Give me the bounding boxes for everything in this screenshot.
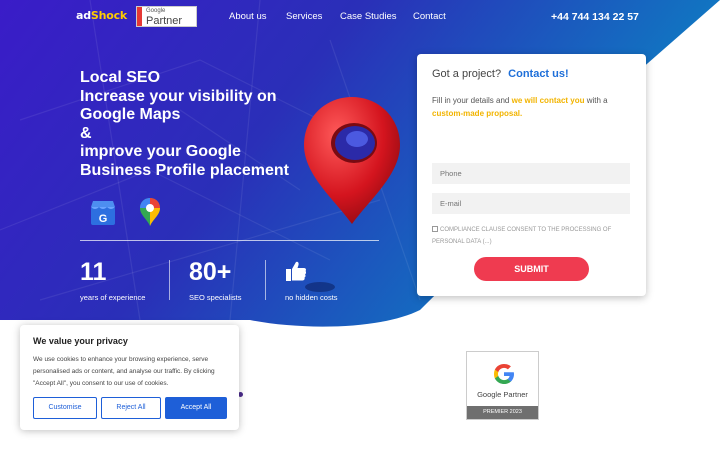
customise-button[interactable]: Customise — [33, 397, 97, 419]
hero-title-line: Google Maps — [80, 106, 181, 124]
form-subtitle-part: Fill in your details and — [432, 96, 512, 105]
consent-checkbox[interactable] — [432, 226, 438, 232]
stat-separator — [169, 260, 170, 300]
consent-clause: COMPLIANCE CLAUSE CONSENT TO THE PROCESS… — [432, 224, 637, 248]
contact-form-card: Got a project? Contact us! Fill in your … — [417, 54, 646, 296]
stat-specialists-value: 80+ — [189, 258, 232, 286]
hero-title: Local SEO Increase your visibility on Go… — [80, 69, 330, 181]
cookie-text: We use cookies to enhance your browsing … — [33, 356, 215, 387]
reject-all-button[interactable]: Reject All — [101, 397, 161, 419]
nav-case-studies[interactable]: Case Studies — [340, 11, 397, 22]
stat-years-value: 11 — [80, 258, 107, 286]
google-partner-header-badge: Google Partner — [136, 6, 197, 27]
hero-title-line: improve your Google — [80, 143, 241, 161]
submit-button[interactable]: SUBMIT — [474, 257, 589, 281]
contact-us-link[interactable]: Contact us! — [508, 68, 569, 80]
partner-badge-partner: Partner — [146, 15, 183, 27]
stat-costs-label: no hidden costs — [285, 293, 338, 302]
stat-years-label: years of experience — [80, 293, 146, 302]
site-header: adShock Google Partner About us Services… — [0, 0, 720, 34]
accept-all-button[interactable]: Accept All — [165, 397, 227, 419]
google-my-business-icon: G — [91, 201, 115, 225]
form-subtitle-part: with a — [584, 96, 608, 105]
stat-separator — [265, 260, 266, 300]
form-subtitle-highlight: we will contact you — [511, 96, 585, 105]
form-heading-text: Got a project? — [432, 68, 502, 80]
nav-services[interactable]: Services — [286, 11, 322, 22]
google-g-logo-icon — [494, 364, 514, 384]
nav-about-us[interactable]: About us — [229, 11, 267, 22]
google-partner-label: Google Partner — [477, 390, 528, 399]
cookie-consent-banner: We value your privacy We use cookies to … — [20, 325, 239, 430]
form-heading: Got a project? Contact us! — [432, 68, 569, 80]
google-maps-pin-icon — [140, 198, 160, 226]
phone-input[interactable] — [432, 163, 630, 184]
cookie-title: We value your privacy — [33, 336, 128, 346]
adshock-logo[interactable]: adShock — [76, 9, 127, 22]
hero-title-line: & — [80, 124, 92, 142]
google-partner-premier-badge: Google Partner PREMIER 2023 — [466, 351, 539, 420]
form-subtitle: Fill in your details and we will contact… — [432, 95, 637, 120]
hero-divider — [80, 240, 379, 241]
partner-badge-strip — [137, 7, 142, 26]
premier-tier-label: PREMIER 2023 — [467, 406, 538, 419]
form-subtitle-highlight: custom-made proposal. — [432, 108, 523, 118]
stat-specialists-label: SEO specialists — [189, 293, 242, 302]
email-input[interactable] — [432, 193, 630, 214]
hero-title-line: Business Profile placement — [80, 161, 289, 179]
header-phone[interactable]: +44 744 134 22 57 — [551, 11, 639, 23]
thumbs-up-icon — [286, 261, 307, 281]
hero-title-line: Local SEO — [80, 69, 161, 86]
svg-text:G: G — [99, 213, 108, 225]
hero-title-line: Increase your visibility on — [80, 87, 277, 105]
partner-badge-google: Google — [146, 8, 166, 14]
nav-contact[interactable]: Contact — [413, 11, 446, 22]
consent-text: COMPLIANCE CLAUSE CONSENT TO THE PROCESS… — [432, 227, 612, 245]
